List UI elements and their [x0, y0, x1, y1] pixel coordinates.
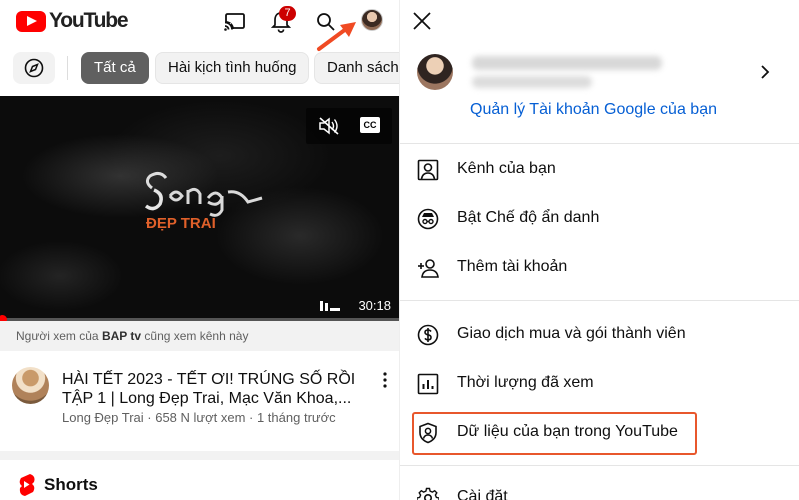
- video-title[interactable]: HÀI TẾT 2023 - TẾT ƠI! TRÚNG SỐ RỒI TẬP …: [62, 370, 372, 408]
- add-person-icon: [418, 259, 439, 278]
- reason-suffix: cũng xem kênh này: [141, 329, 249, 343]
- menu-label: Thời lượng đã xem: [457, 374, 594, 391]
- chevron-right-icon[interactable]: [758, 64, 772, 80]
- youtube-logo[interactable]: YouTube: [16, 9, 129, 33]
- closed-captions-icon[interactable]: CC: [360, 117, 380, 133]
- reason-prefix: Người xem của: [16, 329, 102, 343]
- video-top-controls: CC: [306, 108, 392, 144]
- incognito-icon: [417, 208, 439, 230]
- menu-label: Kênh của bạn: [457, 160, 556, 177]
- svg-text:ĐẸP TRAI: ĐẸP TRAI: [146, 215, 216, 232]
- video-details[interactable]: HÀI TẾT 2023 - TẾT ƠI! TRÚNG SỐ RỒI TẬP …: [0, 351, 399, 451]
- red-arrow-annotation: [317, 22, 356, 51]
- menu-label: Giao dịch mua và gói thành viên: [457, 325, 686, 342]
- youtube-feed-panel: YouTube 7 Tất cả Hài kịch tình huống Dan…: [0, 0, 399, 500]
- menu-item-incognito[interactable]: Bật Chế độ ẩn danh: [400, 199, 799, 239]
- chip-playlist[interactable]: Danh sách: [314, 52, 399, 84]
- menu-item-your-channel[interactable]: Kênh của bạn: [400, 150, 799, 190]
- more-vertical-icon[interactable]: [380, 370, 390, 390]
- shorts-section-header[interactable]: Shorts: [16, 473, 98, 497]
- video-title-art: ĐẸP TRAI: [144, 171, 263, 232]
- menu-divider: [400, 300, 799, 301]
- notification-count-badge: 7: [279, 6, 296, 21]
- account-name-redacted: [472, 56, 662, 70]
- shorts-icon: [19, 474, 35, 496]
- gear-icon: [417, 487, 439, 500]
- video-player[interactable]: ĐẸP TRAI CC 30:18: [0, 96, 399, 321]
- video-quality-bars-icon: [320, 301, 340, 311]
- menu-label: Thêm tài khoản: [457, 258, 568, 275]
- menu-divider: [400, 143, 799, 144]
- top-app-bar: YouTube 7: [0, 0, 399, 51]
- channel-avatar[interactable]: [12, 367, 49, 404]
- account-avatar[interactable]: [361, 9, 383, 31]
- menu-item-add-account[interactable]: Thêm tài khoản: [400, 248, 799, 288]
- account-handle-redacted: [472, 76, 592, 88]
- section-divider: [0, 451, 399, 460]
- chip-sitcom[interactable]: Hài kịch tình huống: [155, 52, 310, 84]
- close-icon[interactable]: [410, 9, 434, 33]
- video-duration: 30:18: [358, 298, 391, 313]
- manage-google-account-link[interactable]: Quản lý Tài khoản Google của bạn: [470, 101, 717, 119]
- video-meta: Long Đẹp Trai · 658 N lượt xem · 1 tháng…: [62, 410, 336, 425]
- chip-all[interactable]: Tất cả: [81, 52, 149, 84]
- person-box-icon: [417, 159, 439, 181]
- youtube-play-logo-icon: [16, 10, 46, 32]
- reason-channel: BAP tv: [101, 329, 142, 343]
- explore-compass-icon[interactable]: [13, 52, 55, 84]
- shorts-label: Shorts: [44, 475, 98, 494]
- filter-chips-bar: Tất cả Hài kịch tình huống Danh sách: [0, 50, 399, 86]
- menu-item-settings[interactable]: Cài đặt: [400, 478, 799, 500]
- profile-avatar[interactable]: [417, 54, 453, 90]
- bar-chart-icon: [417, 373, 439, 395]
- account-menu-panel: Quản lý Tài khoản Google của bạn Kênh củ…: [399, 0, 799, 500]
- recommendation-reason: Người xem của BAP tv cũng xem kênh này: [0, 321, 399, 351]
- menu-label: Bật Chế độ ẩn danh: [457, 209, 600, 226]
- mute-icon[interactable]: [318, 116, 340, 141]
- menu-divider: [400, 465, 799, 466]
- cast-icon[interactable]: [222, 9, 248, 35]
- highlight-box-annotation: [412, 412, 697, 455]
- logo-text: YouTube: [49, 9, 129, 32]
- menu-item-purchases[interactable]: Giao dịch mua và gói thành viên: [400, 315, 799, 355]
- dollar-circle-icon: [417, 324, 439, 346]
- chip-divider: [67, 56, 68, 80]
- menu-item-time-watched[interactable]: Thời lượng đã xem: [400, 364, 799, 404]
- menu-label: Cài đặt: [457, 488, 508, 500]
